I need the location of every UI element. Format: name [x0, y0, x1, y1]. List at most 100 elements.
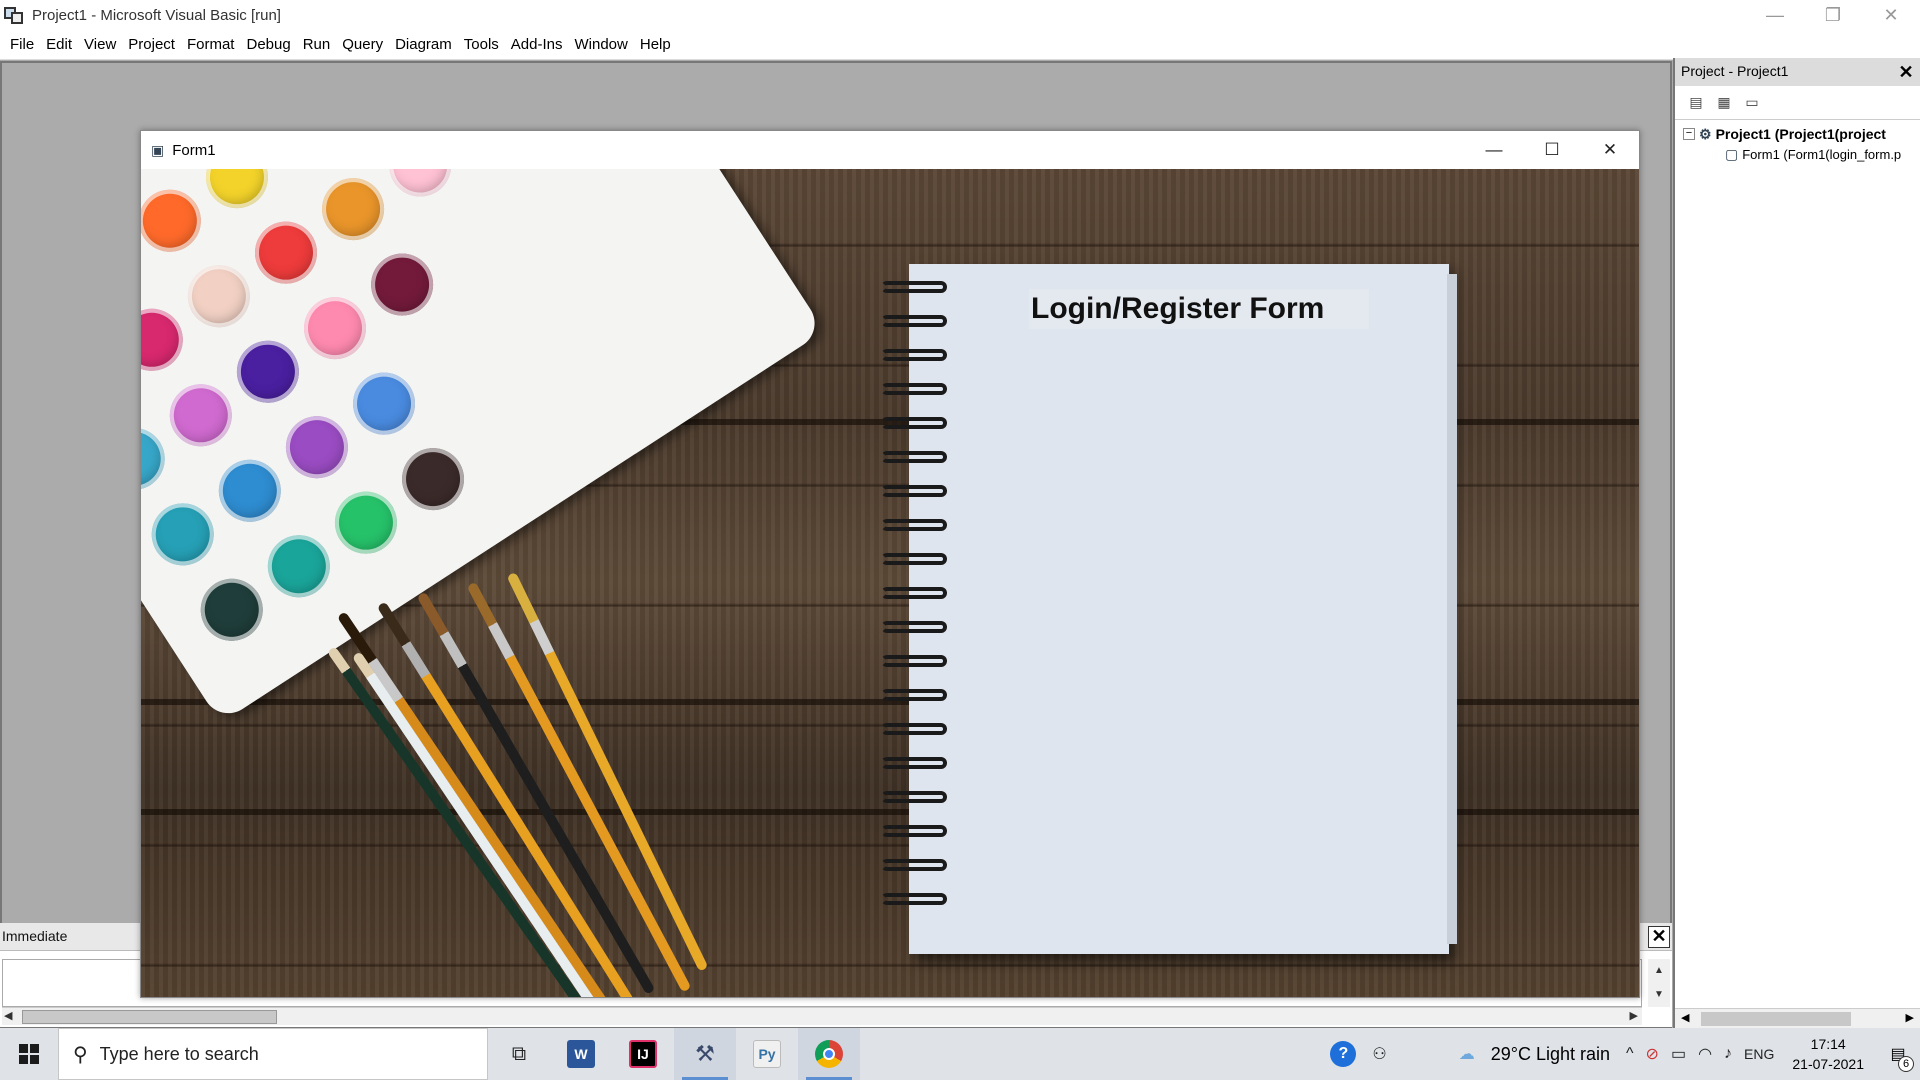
wifi-icon[interactable]: ◠	[1692, 1044, 1718, 1064]
paint-pan	[194, 169, 280, 221]
windows-logo-icon	[19, 1044, 39, 1064]
project-explorer-close-button[interactable]: ✕	[1896, 62, 1916, 82]
visual-basic-icon[interactable]: ⚒	[674, 1028, 736, 1080]
scroll-left-arrow-icon[interactable]: ◀	[4, 1009, 12, 1022]
weather-text[interactable]: 29°C Light rain	[1481, 1044, 1620, 1065]
immediate-close-button[interactable]: ✕	[1648, 926, 1670, 948]
tree-node-form1-label: Form1 (Form1(login_form.p	[1742, 146, 1902, 162]
form1-minimize-button[interactable]: —	[1465, 131, 1523, 169]
python-icon[interactable]: Py	[736, 1028, 798, 1080]
project-explorer-horizontal-scrollbar[interactable]: ◀ ▶	[1675, 1008, 1920, 1028]
paint-pan	[141, 415, 177, 502]
paint-pan	[206, 447, 293, 534]
collapse-icon[interactable]: −	[1683, 128, 1695, 140]
toggle-folders-icon[interactable]: ▭	[1741, 93, 1763, 113]
form1-title: Form1	[172, 141, 216, 159]
paint-pan	[390, 436, 476, 522]
menu-tools[interactable]: Tools	[458, 36, 505, 53]
task-view-icon[interactable]: ⧉	[488, 1028, 550, 1080]
project-explorer-title: Project - Project1 ✕	[1675, 58, 1920, 86]
form1-close-button[interactable]: ✕	[1581, 131, 1639, 169]
menu-add-ins[interactable]: Add-Ins	[505, 36, 569, 53]
word-icon[interactable]: W	[550, 1028, 612, 1080]
close-button[interactable]: ✕	[1862, 0, 1920, 30]
volume-icon[interactable]: ♪	[1718, 1045, 1738, 1063]
form-icon: ▢	[1725, 145, 1739, 162]
taskbar-search-box[interactable]: ⚲ Type here to search	[58, 1028, 488, 1080]
paint-pan	[157, 372, 244, 459]
people-icon[interactable]: ⚇	[1366, 1044, 1392, 1064]
intellij-icon[interactable]: IJ	[612, 1028, 674, 1080]
menu-run[interactable]: Run	[297, 36, 337, 53]
menu-file[interactable]: File	[4, 36, 40, 53]
clock-time: 17:14	[1810, 1036, 1846, 1052]
immediate-horizontal-scrollbar[interactable]: ◀ ▶	[2, 1007, 1642, 1025]
paint-pan	[261, 169, 347, 177]
window-title: Project1 - Microsoft Visual Basic [run]	[32, 6, 281, 24]
form-background-image: Login/Register Form	[141, 169, 1639, 997]
clock-date: 21-07-2021	[1792, 1056, 1864, 1072]
tree-node-project1[interactable]: − ⚙ Project1 (Project1(project	[1675, 124, 1920, 144]
paint-pan	[359, 241, 445, 328]
taskbar: ⚲ Type here to search ⧉ W IJ ⚒ Py ? ⚇ ☁ …	[0, 1028, 1920, 1080]
search-placeholder: Type here to search	[99, 1043, 259, 1064]
project-tree: − ⚙ Project1 (Project1(project ▢ Form1 (…	[1675, 120, 1920, 164]
menu-format[interactable]: Format	[181, 36, 241, 53]
tree-node-form1[interactable]: ▢ Form1 (Form1(login_form.p	[1675, 144, 1920, 164]
paint-pan	[341, 360, 427, 447]
scroll-right-arrow-icon[interactable]: ▶	[1630, 1009, 1638, 1022]
watercolor-palette-image	[141, 169, 825, 724]
restore-button[interactable]: ❐	[1804, 0, 1862, 30]
notification-count-badge: 6	[1898, 1056, 1914, 1072]
paint-pan	[255, 523, 342, 610]
tree-node-project1-label: Project1 (Project1(project	[1715, 126, 1886, 142]
scroll-right-arrow-icon[interactable]: ▶	[1906, 1011, 1914, 1024]
scroll-up-arrow-icon[interactable]: ▲	[1648, 959, 1670, 983]
menu-view[interactable]: View	[78, 36, 122, 53]
system-tray: ? ⚇ ☁ 29°C Light rain ^ ⊘ ▭ ◠ ♪ ENG 17:1…	[1330, 1028, 1920, 1080]
form1-window: ▣ Form1 — ☐ ✕ Login/Register Form	[140, 130, 1640, 998]
menu-help[interactable]: Help	[634, 36, 677, 53]
project-icon: ⚙	[1699, 125, 1712, 142]
project-explorer-toolbar: ▤ ▦ ▭	[1675, 86, 1920, 120]
start-button[interactable]	[0, 1028, 58, 1080]
form1-title-bar: ▣ Form1 — ☐ ✕	[141, 131, 1639, 169]
spiral-notebook-image	[909, 264, 1457, 954]
paint-pan	[141, 491, 226, 578]
menu-debug[interactable]: Debug	[240, 36, 296, 53]
language-indicator[interactable]: ENG	[1738, 1046, 1780, 1062]
paint-pan	[243, 209, 329, 296]
minimize-button[interactable]: —	[1746, 0, 1804, 30]
menu-edit[interactable]: Edit	[40, 36, 78, 53]
menu-diagram[interactable]: Diagram	[389, 36, 458, 53]
paint-pan	[323, 479, 409, 566]
login-register-heading: Login/Register Form	[1029, 289, 1369, 329]
scrollbar-thumb[interactable]	[1701, 1012, 1851, 1026]
scrollbar-thumb[interactable]	[22, 1010, 277, 1024]
project-explorer-title-text: Project - Project1	[1681, 63, 1789, 79]
immediate-vertical-scrollbar[interactable]: ▲ ▼	[1648, 959, 1670, 1007]
view-object-icon[interactable]: ▦	[1713, 93, 1735, 113]
paint-pan	[176, 253, 262, 340]
paint-pan	[292, 285, 378, 372]
show-hidden-icons-chevron-icon[interactable]: ^	[1620, 1045, 1640, 1063]
project-explorer: Project - Project1 ✕ ▤ ▦ ▭ − ⚙ Project1 …	[1673, 58, 1920, 1028]
clock[interactable]: 17:14 21-07-2021	[1780, 1034, 1876, 1074]
form1-maximize-button[interactable]: ☐	[1523, 131, 1581, 169]
menu-query[interactable]: Query	[336, 36, 389, 53]
scroll-left-arrow-icon[interactable]: ◀	[1681, 1011, 1689, 1024]
antivirus-icon[interactable]: ⊘	[1640, 1044, 1665, 1064]
weather-icon[interactable]: ☁	[1453, 1044, 1481, 1064]
menu-project[interactable]: Project	[122, 36, 181, 53]
paint-pan	[188, 566, 275, 653]
notification-center-button[interactable]: ▤ 6	[1876, 1028, 1920, 1080]
scroll-down-arrow-icon[interactable]: ▼	[1648, 983, 1670, 1007]
paint-pan	[141, 177, 213, 264]
menu-window[interactable]: Window	[569, 36, 634, 53]
help-icon[interactable]: ?	[1330, 1041, 1357, 1067]
battery-icon[interactable]: ▭	[1665, 1044, 1692, 1064]
menu-bar: File Edit View Project Format Debug Run …	[0, 30, 1920, 60]
chrome-icon[interactable]	[798, 1028, 860, 1080]
view-code-icon[interactable]: ▤	[1685, 93, 1707, 113]
paint-pan	[274, 404, 360, 491]
